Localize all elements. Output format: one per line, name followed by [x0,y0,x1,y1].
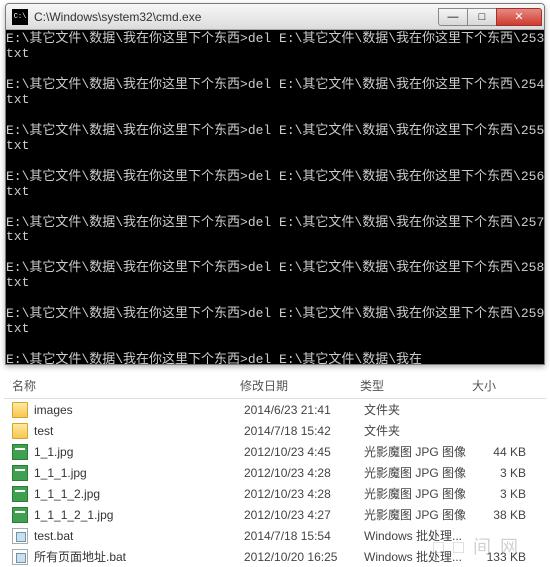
file-row[interactable]: test.bat2014/7/18 15:54Windows 批处理... [4,525,546,546]
file-date: 2012/10/23 4:45 [244,445,364,459]
cmd-icon [12,9,28,25]
file-size: 3 KB [476,466,536,480]
file-date: 2012/10/20 16:25 [244,550,364,564]
jpg-icon [12,444,28,460]
file-size: 44 KB [476,445,536,459]
cmd-line: txt [6,276,542,291]
jpg-icon [12,465,28,481]
file-type: Windows 批处理... [364,527,476,544]
column-headers[interactable]: 名称 修改日期 类型 大小 [4,371,546,399]
file-row[interactable]: 所有页面地址.bat2012/10/20 16:25Windows 批处理...… [4,546,546,567]
file-type: 光影魔图 JPG 图像 [364,506,476,523]
file-row[interactable]: 1_1_1_2_1.jpg2012/10/23 4:27光影魔图 JPG 图像3… [4,504,546,525]
file-date: 2014/6/23 21:41 [244,403,364,417]
file-row[interactable]: images2014/6/23 21:41文件夹 [4,399,546,420]
file-row[interactable]: 1_1.jpg2012/10/23 4:45光影魔图 JPG 图像44 KB [4,441,546,462]
file-type: 光影魔图 JPG 图像 [364,464,476,481]
bat-icon [12,528,28,544]
file-name: 1_1.jpg [34,445,244,459]
file-date: 2012/10/23 4:27 [244,508,364,522]
cmd-window: C:\Windows\system32\cmd.exe — □ ✕ E:\其它文… [5,3,545,365]
file-type: 文件夹 [364,422,476,439]
header-date[interactable]: 修改日期 [240,377,360,394]
cmd-line: txt [6,322,542,337]
file-name: test [34,424,244,438]
file-size: 3 KB [476,487,536,501]
file-name: images [34,403,244,417]
file-type: 文件夹 [364,401,476,418]
file-date: 2012/10/23 4:28 [244,466,364,480]
file-name: 1_1_1_2_1.jpg [34,508,244,522]
header-size[interactable]: 大小 [472,377,532,394]
cmd-line: txt [6,139,542,154]
cmd-line: E:\其它文件\数据\我在你这里下个东西>del E:\其它文件\数据\我在你这… [6,261,542,276]
header-name[interactable]: 名称 [4,377,240,394]
file-list: images2014/6/23 21:41文件夹test2014/7/18 15… [4,399,546,567]
close-button[interactable]: ✕ [496,8,542,26]
jpg-icon [12,507,28,523]
file-row[interactable]: 1_1_1.jpg2012/10/23 4:28光影魔图 JPG 图像3 KB [4,462,546,483]
cmd-line: E:\其它文件\数据\我在你这里下个东西>del E:\其它文件\数据\我在你这… [6,78,542,93]
window-title: C:\Windows\system32\cmd.exe [34,10,439,24]
file-type: 光影魔图 JPG 图像 [364,485,476,502]
file-date: 2014/7/18 15:54 [244,529,364,543]
cmd-line: txt [6,230,542,245]
cmd-line: E:\其它文件\数据\我在你这里下个东西>del E:\其它文件\数据\我在你这… [6,32,542,47]
file-row[interactable]: test2014/7/18 15:42文件夹 [4,420,546,441]
cmd-line: E:\其它文件\数据\我在你这里下个东西>del E:\其它文件\数据\我在你这… [6,124,542,139]
file-explorer: 名称 修改日期 类型 大小 images2014/6/23 21:41文件夹te… [0,365,550,567]
file-name: 1_1_1.jpg [34,466,244,480]
file-name: test.bat [34,529,244,543]
file-type: 光影魔图 JPG 图像 [364,443,476,460]
window-controls: — □ ✕ [439,8,542,26]
cmd-line: E:\其它文件\数据\我在你这里下个东西>del E:\其它文件\数据\我在你这… [6,307,542,322]
titlebar[interactable]: C:\Windows\system32\cmd.exe — □ ✕ [6,4,544,30]
terminal-output[interactable]: E:\其它文件\数据\我在你这里下个东西>del E:\其它文件\数据\我在你这… [6,30,544,364]
folder-icon [12,402,28,418]
file-size: 133 KB [476,550,536,564]
cmd-line: txt [6,47,542,62]
file-date: 2012/10/23 4:28 [244,487,364,501]
cmd-line: txt [6,93,542,108]
bat-icon [12,549,28,565]
cmd-line: E:\其它文件\数据\我在你这里下个东西>del E:\其它文件\数据\我在 [6,353,542,364]
header-type[interactable]: 类型 [360,377,472,394]
file-type: Windows 批处理... [364,548,476,565]
file-row[interactable]: 1_1_1_2.jpg2012/10/23 4:28光影魔图 JPG 图像3 K… [4,483,546,504]
folder-icon [12,423,28,439]
maximize-button[interactable]: □ [467,8,497,26]
cmd-line: E:\其它文件\数据\我在你这里下个东西>del E:\其它文件\数据\我在你这… [6,216,542,231]
cmd-line: txt [6,185,542,200]
cmd-line: E:\其它文件\数据\我在你这里下个东西>del E:\其它文件\数据\我在你这… [6,170,542,185]
jpg-icon [12,486,28,502]
file-size: 38 KB [476,508,536,522]
file-date: 2014/7/18 15:42 [244,424,364,438]
file-name: 所有页面地址.bat [34,548,244,565]
file-name: 1_1_1_2.jpg [34,487,244,501]
minimize-button[interactable]: — [438,8,468,26]
